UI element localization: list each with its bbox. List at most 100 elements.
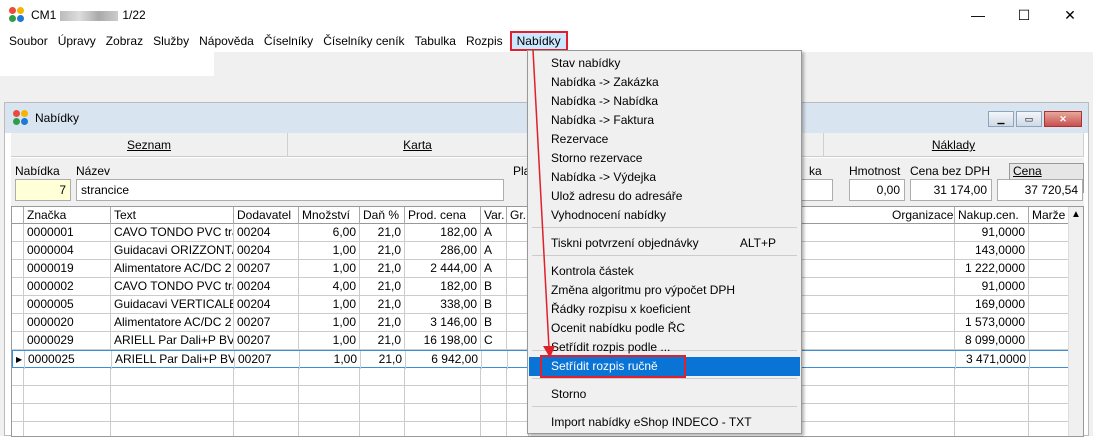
table-cell[interactable] — [1029, 260, 1073, 278]
table-cell[interactable] — [1029, 314, 1073, 332]
table-cell[interactable] — [1029, 224, 1073, 242]
menu-item-10[interactable]: Kontrola částek — [529, 262, 800, 281]
table-cell[interactable] — [1029, 296, 1073, 314]
menu-item-16[interactable]: Storno — [529, 385, 800, 404]
tab-karta[interactable]: Karta — [288, 133, 548, 157]
table-cell[interactable] — [360, 404, 405, 422]
menu-item-8[interactable]: Vyhodnocení nabídky — [529, 206, 800, 225]
menu-item-1[interactable]: Nabídka -> Zakázka — [529, 73, 800, 92]
table-cell[interactable]: B — [481, 278, 507, 296]
table-cell[interactable] — [1029, 242, 1073, 260]
table-cell[interactable]: A — [481, 242, 507, 260]
table-cell[interactable] — [481, 386, 507, 404]
menu-item-11[interactable]: Změna algoritmu pro výpočet DPH — [529, 281, 800, 300]
table-cell[interactable]: 182,00 — [405, 224, 481, 242]
table-cell[interactable] — [955, 386, 1029, 404]
child-restore-button[interactable]: ▭ — [1016, 111, 1042, 127]
table-cell[interactable] — [1029, 278, 1073, 296]
table-cell[interactable] — [889, 260, 955, 278]
menu-ciselniky-cenik[interactable]: Číselníky ceník — [318, 31, 409, 51]
table-cell[interactable]: 3 471,0000 — [956, 351, 1030, 369]
table-cell[interactable] — [955, 422, 1029, 436]
table-cell[interactable]: 00207 — [235, 351, 300, 369]
table-cell[interactable] — [12, 242, 24, 260]
maximize-button[interactable]: ☐ — [1001, 0, 1047, 30]
table-cell[interactable]: 00204 — [234, 296, 299, 314]
menu-nabidky[interactable]: Nabídky — [509, 31, 568, 51]
table-cell[interactable]: 6 942,00 — [406, 351, 482, 369]
menu-item-12[interactable]: Řádky rozpisu x koeficient — [529, 300, 800, 319]
table-cell[interactable]: A — [481, 260, 507, 278]
table-cell[interactable]: 1,00 — [299, 314, 360, 332]
row-pointer-icon[interactable]: ▶ — [13, 351, 25, 369]
menu-item-2[interactable]: Nabídka -> Nabídka — [529, 92, 800, 111]
table-cell[interactable] — [12, 404, 24, 422]
table-cell[interactable]: 8 099,0000 — [955, 332, 1029, 350]
table-cell[interactable] — [1029, 332, 1073, 350]
table-cell[interactable] — [889, 404, 955, 422]
table-cell[interactable] — [405, 386, 481, 404]
table-cell[interactable]: 1,00 — [299, 296, 360, 314]
table-cell[interactable]: A — [481, 224, 507, 242]
table-cell[interactable] — [1029, 368, 1073, 386]
table-cell[interactable]: B — [481, 314, 507, 332]
table-cell[interactable] — [889, 422, 955, 436]
col-prod-cena[interactable]: Prod. cena — [405, 207, 481, 224]
nazev-field[interactable]: strancice — [76, 179, 504, 201]
table-cell[interactable]: 1,00 — [299, 242, 360, 260]
col-nakup-cen[interactable]: Nakup.cen. — [955, 207, 1029, 224]
col-mnozstvi[interactable]: Množství — [299, 207, 360, 224]
col-var[interactable]: Var. — [481, 207, 507, 224]
table-cell[interactable] — [889, 296, 955, 314]
col-dodavatel[interactable]: Dodavatel — [234, 207, 299, 224]
child-minimize-button[interactable]: ▁ — [988, 111, 1014, 127]
table-cell[interactable]: CAVO TONDO PVC tra — [111, 278, 234, 296]
tab-naklady[interactable]: Náklady — [824, 133, 1084, 157]
menu-ciselniky[interactable]: Číselníky — [259, 31, 318, 51]
table-cell[interactable] — [507, 404, 529, 422]
table-cell[interactable] — [955, 368, 1029, 386]
table-cell[interactable]: 169,0000 — [955, 296, 1029, 314]
menu-item-6[interactable]: Nabídka -> Výdejka — [529, 168, 800, 187]
col-znacka[interactable]: Značka — [24, 207, 111, 224]
table-cell[interactable]: ARIELL Par Dali+P BV — [112, 351, 235, 369]
table-cell[interactable]: 6,00 — [299, 224, 360, 242]
table-cell[interactable] — [12, 260, 24, 278]
table-cell[interactable] — [234, 386, 299, 404]
table-cell[interactable] — [24, 386, 111, 404]
table-cell[interactable]: 0000004 — [24, 242, 111, 260]
table-cell[interactable] — [234, 422, 299, 436]
col-gr[interactable]: Gr. — [507, 207, 529, 224]
table-cell[interactable]: Alimentatore AC/DC 2 — [111, 314, 234, 332]
col-marze[interactable]: Marže — [1029, 207, 1073, 224]
table-cell[interactable] — [12, 386, 24, 404]
menu-item-0[interactable]: Stav nabídky — [529, 54, 800, 73]
table-cell[interactable]: B — [481, 296, 507, 314]
table-cell[interactable] — [481, 404, 507, 422]
table-cell[interactable]: 00204 — [234, 242, 299, 260]
table-cell[interactable] — [24, 404, 111, 422]
table-cell[interactable] — [889, 314, 955, 332]
menu-napoveda[interactable]: Nápověda — [194, 31, 259, 51]
table-cell[interactable]: 21,0 — [360, 260, 405, 278]
table-cell[interactable] — [889, 278, 955, 296]
table-cell[interactable]: 0000005 — [24, 296, 111, 314]
table-cell[interactable]: 182,00 — [405, 278, 481, 296]
cena-celkem-field[interactable]: 37 720,54 — [997, 179, 1083, 201]
table-cell[interactable] — [12, 368, 24, 386]
table-cell[interactable] — [507, 224, 529, 242]
table-cell[interactable]: 1 573,0000 — [955, 314, 1029, 332]
table-cell[interactable] — [889, 332, 955, 350]
table-cell[interactable] — [890, 351, 956, 369]
table-cell[interactable]: 16 198,00 — [405, 332, 481, 350]
menu-item-17[interactable]: Import nabídky eShop INDECO - TXT — [529, 413, 800, 432]
table-cell[interactable] — [12, 422, 24, 436]
table-cell[interactable] — [111, 422, 234, 436]
menu-item-7[interactable]: Ulož adresu do adresáře — [529, 187, 800, 206]
table-cell[interactable] — [405, 422, 481, 436]
table-cell[interactable]: 21,0 — [360, 278, 405, 296]
menu-item-5[interactable]: Storno rezervace — [529, 149, 800, 168]
table-cell[interactable] — [507, 386, 529, 404]
nabidka-field[interactable]: 7 — [15, 179, 71, 201]
table-cell[interactable]: 00207 — [234, 332, 299, 350]
